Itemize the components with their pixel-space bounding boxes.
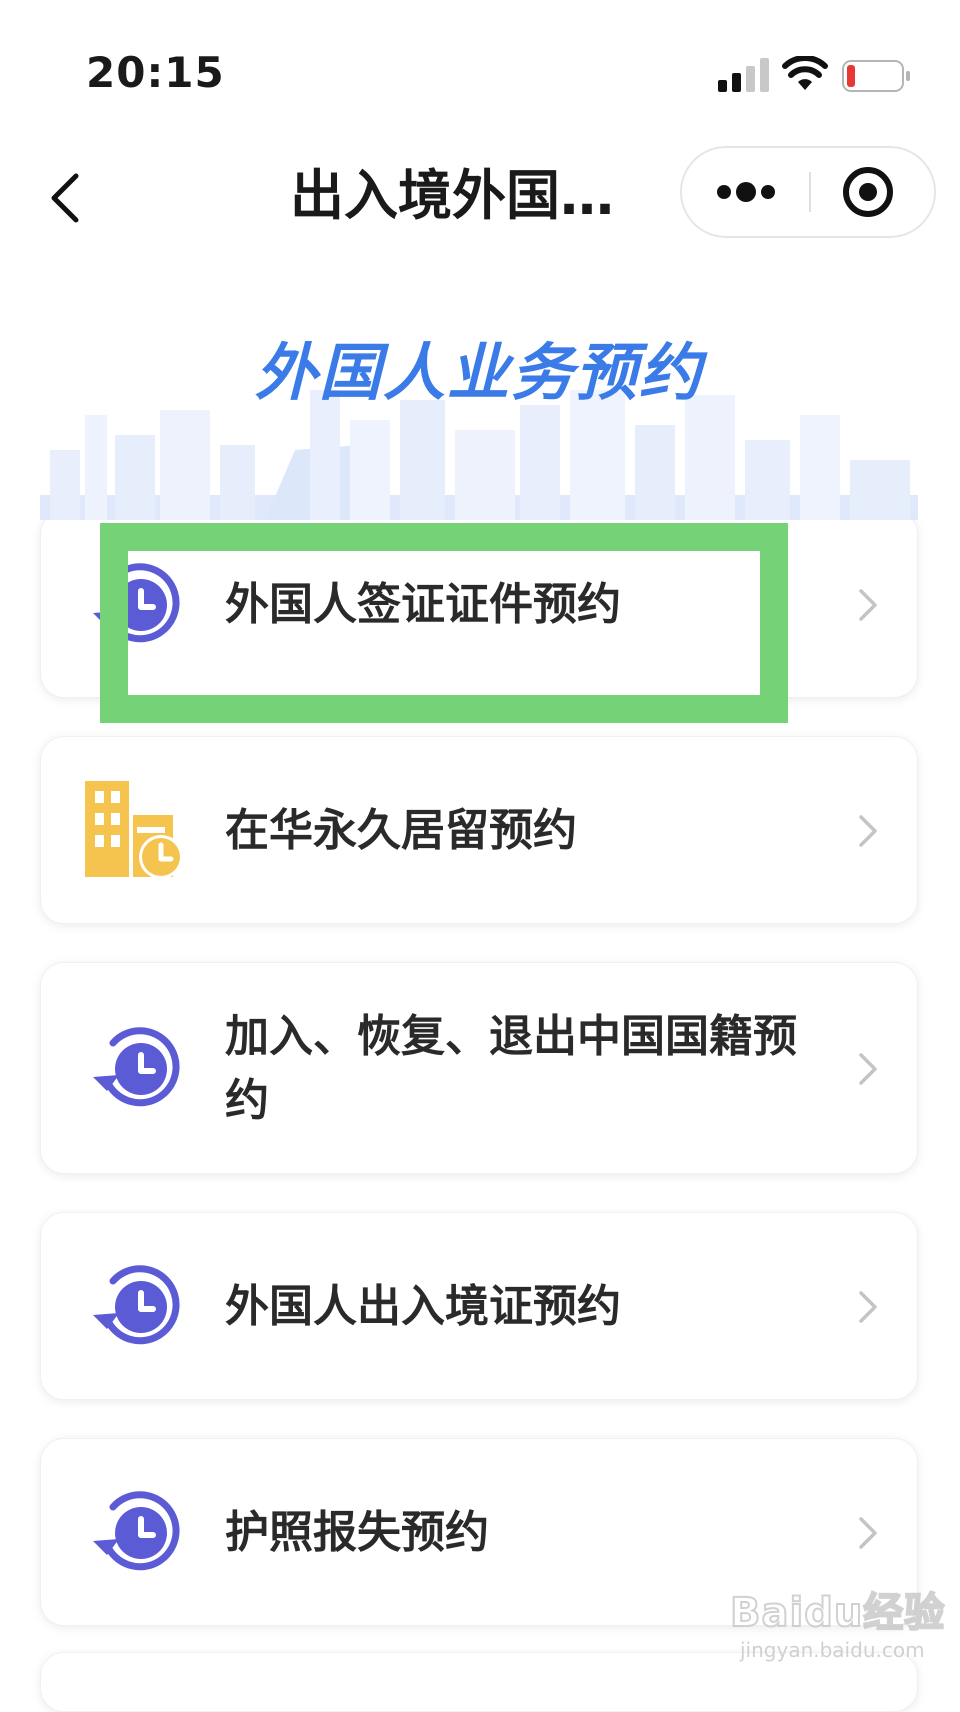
watermark-brand: Baidu经验 (729, 1589, 946, 1637)
clock-refresh-icon (93, 1491, 180, 1571)
chevron-right-icon (859, 1517, 877, 1549)
chevron-right-icon (859, 589, 877, 621)
cellular-signal-icon (718, 58, 769, 92)
more-dots-icon (717, 182, 775, 202)
building-clock-icon (85, 781, 183, 879)
chevron-right-icon (859, 1053, 877, 1085)
watermark-url: jingyan.baidu.com (740, 1638, 925, 1662)
target-icon (843, 167, 893, 217)
service-label: 加入、恢复、退出中国国籍预约 (225, 1011, 797, 1126)
service-label: 外国人出入境证预约 (225, 1281, 621, 1332)
clock-refresh-icon (93, 1265, 180, 1345)
wifi-icon (782, 56, 828, 90)
highlight-box (100, 523, 788, 723)
page-title: 出入境外国… (290, 164, 614, 227)
chevron-right-icon (859, 1291, 877, 1323)
back-button[interactable] (40, 160, 100, 232)
service-label: 护照报失预约 (225, 1507, 489, 1558)
status-time: 20:15 (86, 48, 225, 97)
service-card-nationality[interactable]: 加入、恢复、退出中国国籍预约 (40, 962, 918, 1174)
close-miniprogram-button[interactable] (810, 148, 934, 236)
chevron-right-icon (859, 815, 877, 847)
clock-refresh-icon (93, 1027, 180, 1107)
status-bar: 20:15 (0, 0, 960, 120)
banner-title: 外国人业务预约 (254, 336, 703, 409)
service-label: 在华永久居留预约 (225, 805, 577, 856)
service-card-exit-entry-permit[interactable]: 外国人出入境证预约 (40, 1212, 918, 1400)
service-card-permanent-residence[interactable]: 在华永久居留预约 (40, 736, 918, 924)
battery-icon (842, 60, 910, 92)
banner: 外国人业务预约 (40, 300, 918, 520)
chevron-left-icon (51, 173, 79, 223)
baidu-jingyan-watermark: Baidu经验 jingyan.baidu.com (729, 1570, 950, 1670)
mini-program-capsule (680, 146, 936, 238)
nav-bar: 出入境外国… (0, 140, 960, 252)
more-button[interactable] (682, 148, 810, 236)
